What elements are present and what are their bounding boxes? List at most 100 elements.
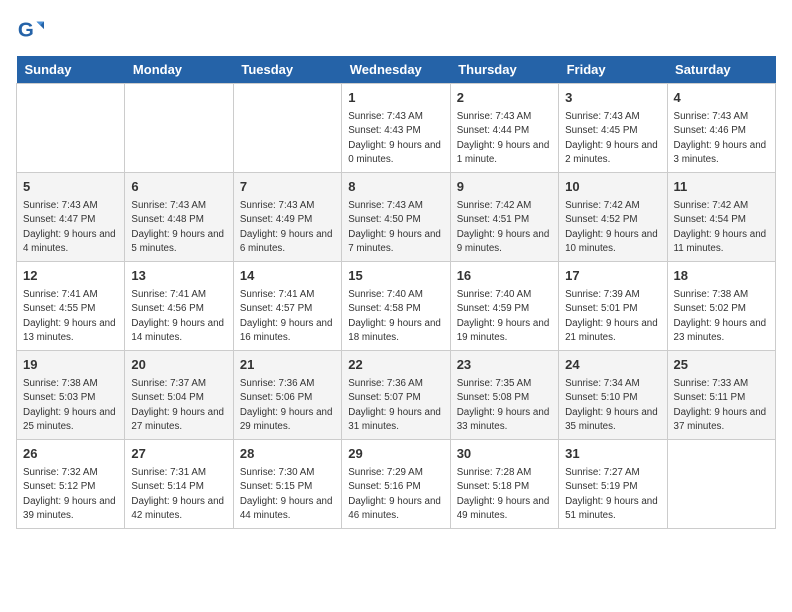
- calendar-cell: 19Sunrise: 7:38 AM Sunset: 5:03 PM Dayli…: [17, 351, 125, 440]
- week-row-3: 12 Sunrise: 7:41 AM Sunset: 4:55 PM Dayli…: [17, 262, 776, 351]
- day-info: Sunrise: 7:43 AM Sunset: 4:49 PM Dayligh…: [240, 199, 335, 256]
- calendar-cell: 14 Sunrise: 7:41 AM Sunset: 4:57 PM Dayli…: [233, 262, 341, 351]
- day-number: 25: [674, 356, 769, 374]
- day-info: Sunrise: 7:27 AM Sunset: 5:19 PM Dayligh…: [565, 466, 660, 523]
- day-info: Sunrise: 7:29 AM Sunset: 5:16 PM Dayligh…: [348, 466, 443, 523]
- day-number: 2: [457, 89, 552, 107]
- day-number: 14: [240, 267, 335, 285]
- calendar-cell: 9 Sunrise: 7:42 AM Sunset: 4:51 PM Daylig…: [450, 173, 558, 262]
- day-info: Sunrise: 7:39 AM Sunset: 5:01 PM Dayligh…: [565, 288, 660, 345]
- day-info: Sunrise: 7:43 AM Sunset: 4:43 PM Dayligh…: [348, 110, 443, 167]
- day-number: 11: [674, 178, 769, 196]
- calendar-cell: 18 Sunrise: 7:38 AM Sunset: 5:02 PM Dayli…: [667, 262, 775, 351]
- day-info: Sunrise: 7:35 AM Sunset: 5:08 PM Dayligh…: [457, 377, 552, 434]
- day-number: 13: [131, 267, 226, 285]
- calendar-cell: 3 Sunrise: 7:43 AM Sunset: 4:45 PM Daylig…: [559, 84, 667, 173]
- day-number: 23: [457, 356, 552, 374]
- day-number: 24: [565, 356, 660, 374]
- day-info: Sunrise: 7:32 AM Sunset: 5:12 PM Dayligh…: [23, 466, 118, 523]
- day-info: Sunrise: 7:40 AM Sunset: 4:59 PM Dayligh…: [457, 288, 552, 345]
- calendar-cell: 8 Sunrise: 7:43 AM Sunset: 4:50 PM Daylig…: [342, 173, 450, 262]
- day-info: Sunrise: 7:43 AM Sunset: 4:47 PM Dayligh…: [23, 199, 118, 256]
- day-info: Sunrise: 7:41 AM Sunset: 4:55 PM Dayligh…: [23, 288, 118, 345]
- day-info: Sunrise: 7:43 AM Sunset: 4:44 PM Dayligh…: [457, 110, 552, 167]
- day-number: 31: [565, 445, 660, 463]
- calendar-cell: 30 Sunrise: 7:28 AM Sunset: 5:18 PM Dayli…: [450, 440, 558, 529]
- calendar-cell: [233, 84, 341, 173]
- calendar-cell: 13 Sunrise: 7:41 AM Sunset: 4:56 PM Dayli…: [125, 262, 233, 351]
- weekday-header-tuesday: Tuesday: [233, 56, 341, 84]
- day-number: 30: [457, 445, 552, 463]
- calendar-cell: 11 Sunrise: 7:42 AM Sunset: 4:54 PM Dayli…: [667, 173, 775, 262]
- week-row-4: 19Sunrise: 7:38 AM Sunset: 5:03 PM Dayli…: [17, 351, 776, 440]
- calendar-cell: 17 Sunrise: 7:39 AM Sunset: 5:01 PM Dayli…: [559, 262, 667, 351]
- weekday-header-row: SundayMondayTuesdayWednesdayThursdayFrid…: [17, 56, 776, 84]
- logo: G: [16, 16, 46, 44]
- day-number: 22: [348, 356, 443, 374]
- calendar-cell: [17, 84, 125, 173]
- calendar-cell: 5Sunrise: 7:43 AM Sunset: 4:47 PM Daylig…: [17, 173, 125, 262]
- calendar-cell: 25 Sunrise: 7:33 AM Sunset: 5:11 PM Dayli…: [667, 351, 775, 440]
- day-number: 17: [565, 267, 660, 285]
- day-info: Sunrise: 7:30 AM Sunset: 5:15 PM Dayligh…: [240, 466, 335, 523]
- calendar-cell: 23 Sunrise: 7:35 AM Sunset: 5:08 PM Dayli…: [450, 351, 558, 440]
- day-info: Sunrise: 7:40 AM Sunset: 4:58 PM Dayligh…: [348, 288, 443, 345]
- day-info: Sunrise: 7:43 AM Sunset: 4:46 PM Dayligh…: [674, 110, 769, 167]
- weekday-header-wednesday: Wednesday: [342, 56, 450, 84]
- day-info: Sunrise: 7:43 AM Sunset: 4:45 PM Dayligh…: [565, 110, 660, 167]
- weekday-header-sunday: Sunday: [17, 56, 125, 84]
- calendar-cell: 31 Sunrise: 7:27 AM Sunset: 5:19 PM Dayli…: [559, 440, 667, 529]
- day-number: 9: [457, 178, 552, 196]
- calendar-cell: 20 Sunrise: 7:37 AM Sunset: 5:04 PM Dayli…: [125, 351, 233, 440]
- calendar-cell: 15Sunrise: 7:40 AM Sunset: 4:58 PM Dayli…: [342, 262, 450, 351]
- day-info: Sunrise: 7:41 AM Sunset: 4:56 PM Dayligh…: [131, 288, 226, 345]
- day-info: Sunrise: 7:41 AM Sunset: 4:57 PM Dayligh…: [240, 288, 335, 345]
- calendar-cell: 22 Sunrise: 7:36 AM Sunset: 5:07 PM Dayli…: [342, 351, 450, 440]
- day-info: Sunrise: 7:36 AM Sunset: 5:07 PM Dayligh…: [348, 377, 443, 434]
- day-number: 8: [348, 178, 443, 196]
- day-number: 12: [23, 267, 118, 285]
- day-number: 21: [240, 356, 335, 374]
- page-header: G: [16, 16, 776, 44]
- weekday-header-saturday: Saturday: [667, 56, 775, 84]
- weekday-header-monday: Monday: [125, 56, 233, 84]
- day-number: 18: [674, 267, 769, 285]
- day-number: 28: [240, 445, 335, 463]
- day-number: 20: [131, 356, 226, 374]
- calendar-cell: 27 Sunrise: 7:31 AM Sunset: 5:14 PM Dayli…: [125, 440, 233, 529]
- day-info: Sunrise: 7:36 AM Sunset: 5:06 PM Dayligh…: [240, 377, 335, 434]
- day-info: Sunrise: 7:42 AM Sunset: 4:51 PM Dayligh…: [457, 199, 552, 256]
- day-number: 29: [348, 445, 443, 463]
- calendar-cell: 28 Sunrise: 7:30 AM Sunset: 5:15 PM Dayli…: [233, 440, 341, 529]
- week-row-2: 5Sunrise: 7:43 AM Sunset: 4:47 PM Daylig…: [17, 173, 776, 262]
- day-info: Sunrise: 7:42 AM Sunset: 4:54 PM Dayligh…: [674, 199, 769, 256]
- day-number: 1: [348, 89, 443, 107]
- calendar-cell: [125, 84, 233, 173]
- calendar-cell: [667, 440, 775, 529]
- calendar-cell: 4Sunrise: 7:43 AM Sunset: 4:46 PM Daylig…: [667, 84, 775, 173]
- day-number: 27: [131, 445, 226, 463]
- day-number: 3: [565, 89, 660, 107]
- calendar-cell: 6Sunrise: 7:43 AM Sunset: 4:48 PM Daylig…: [125, 173, 233, 262]
- calendar-cell: 2 Sunrise: 7:43 AM Sunset: 4:44 PM Daylig…: [450, 84, 558, 173]
- day-number: 26: [23, 445, 118, 463]
- week-row-5: 26 Sunrise: 7:32 AM Sunset: 5:12 PM Dayli…: [17, 440, 776, 529]
- day-number: 19: [23, 356, 118, 374]
- calendar-table: SundayMondayTuesdayWednesdayThursdayFrid…: [16, 56, 776, 529]
- day-number: 16: [457, 267, 552, 285]
- day-info: Sunrise: 7:33 AM Sunset: 5:11 PM Dayligh…: [674, 377, 769, 434]
- logo-icon: G: [16, 16, 44, 44]
- weekday-header-friday: Friday: [559, 56, 667, 84]
- day-info: Sunrise: 7:28 AM Sunset: 5:18 PM Dayligh…: [457, 466, 552, 523]
- day-info: Sunrise: 7:43 AM Sunset: 4:50 PM Dayligh…: [348, 199, 443, 256]
- day-info: Sunrise: 7:31 AM Sunset: 5:14 PM Dayligh…: [131, 466, 226, 523]
- day-info: Sunrise: 7:38 AM Sunset: 5:02 PM Dayligh…: [674, 288, 769, 345]
- calendar-cell: 16 Sunrise: 7:40 AM Sunset: 4:59 PM Dayli…: [450, 262, 558, 351]
- day-number: 6: [131, 178, 226, 196]
- calendar-cell: 7 Sunrise: 7:43 AM Sunset: 4:49 PM Daylig…: [233, 173, 341, 262]
- day-number: 7: [240, 178, 335, 196]
- day-info: Sunrise: 7:34 AM Sunset: 5:10 PM Dayligh…: [565, 377, 660, 434]
- day-info: Sunrise: 7:37 AM Sunset: 5:04 PM Dayligh…: [131, 377, 226, 434]
- calendar-cell: 26 Sunrise: 7:32 AM Sunset: 5:12 PM Dayli…: [17, 440, 125, 529]
- week-row-1: 1 Sunrise: 7:43 AM Sunset: 4:43 PM Daylig…: [17, 84, 776, 173]
